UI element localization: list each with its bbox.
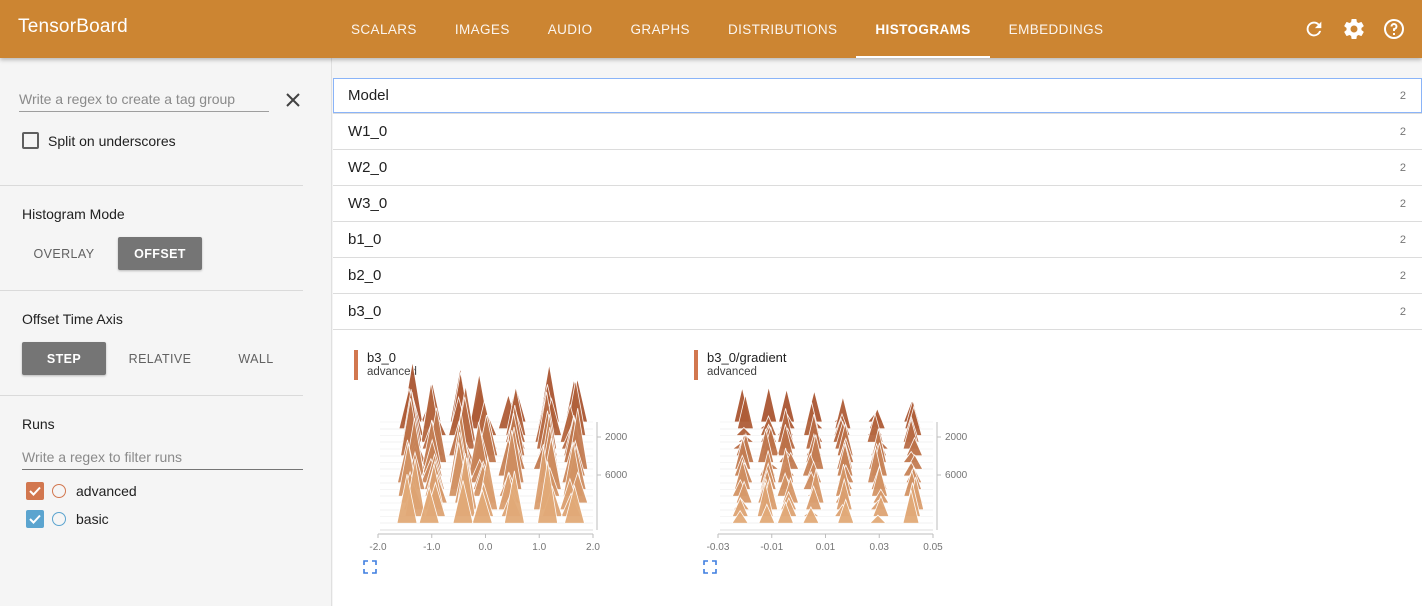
run-item-basic[interactable]: basic: [26, 510, 109, 528]
histogram-card-b3: b3_0 advanced 2000 6000 -2.0 -1.0 0.0 1.0 2.0: [333, 330, 653, 606]
split-underscores-label: Split on underscores: [48, 132, 176, 149]
tag-count: 2: [1399, 233, 1406, 246]
x-tick-label: 0.05: [923, 542, 943, 553]
refresh-icon[interactable]: [1300, 15, 1328, 43]
y-tick-label: 6000: [945, 470, 968, 481]
x-tick-label: 0.0: [479, 542, 493, 553]
sidebar-divider: [0, 395, 303, 396]
tab-scalars[interactable]: SCALARS: [332, 0, 436, 58]
histogram-cards-area: b3_0 advanced 2000 6000 -2.0 -1.0 0.0 1.0 2.0 …: [333, 330, 1422, 606]
tag-row-w1[interactable]: W1_0 2: [333, 114, 1422, 150]
main-content: Model 2 W1_0 2 W2_0 2 W3_0 2 b1_0 2 b2_0…: [333, 58, 1422, 606]
split-underscores-checkbox[interactable]: [22, 132, 39, 149]
y-tick-label: 2000: [605, 432, 628, 443]
x-tick-label: -1.0: [423, 542, 441, 553]
tab-distributions[interactable]: DISTRIBUTIONS: [709, 0, 856, 58]
runs-filter-wrapper: [22, 446, 303, 470]
app-title: TensorBoard: [18, 16, 128, 37]
y-tick-label: 2000: [945, 432, 968, 443]
help-icon[interactable]: [1380, 15, 1408, 43]
runs-filter-input[interactable]: [22, 446, 303, 468]
run-checkbox-advanced[interactable]: [26, 482, 44, 500]
tab-audio[interactable]: AUDIO: [529, 0, 612, 58]
x-tick-label: 0.03: [870, 542, 890, 553]
tag-row-w2[interactable]: W2_0 2: [333, 150, 1422, 186]
tab-images[interactable]: IMAGES: [436, 0, 529, 58]
tag-count: 2: [1399, 125, 1406, 138]
histogram-card-b3-gradient: b3_0/gradient advanced 2000 6000 -0.03 -0.0…: [673, 330, 993, 606]
sidebar-divider: [0, 290, 303, 291]
offset-time-axis-title: Offset Time Axis: [22, 311, 123, 327]
x-tick-label: -0.01: [760, 542, 783, 553]
expand-icon[interactable]: [363, 560, 377, 574]
close-icon[interactable]: [283, 90, 303, 110]
sidebar-divider: [0, 185, 303, 186]
tab-graphs[interactable]: GRAPHS: [612, 0, 709, 58]
tag-count: 2: [1399, 305, 1406, 318]
tag-count: 2: [1399, 161, 1406, 174]
tag-name: W1_0: [348, 123, 388, 140]
histogram-ridge: [718, 394, 933, 430]
tag-count: 2: [1399, 269, 1406, 282]
x-tick-label: 2.0: [586, 542, 600, 553]
x-tick-label: 1.0: [532, 542, 546, 553]
histogram-chart[interactable]: 2000 6000 -2.0 -1.0 0.0 1.0 2.0: [333, 330, 653, 606]
tag-name: b3_0: [348, 303, 382, 320]
tag-row-b1[interactable]: b1_0 2: [333, 222, 1422, 258]
run-color-dot-basic[interactable]: [52, 512, 66, 526]
checkmark-icon: [29, 514, 41, 524]
tag-name: W2_0: [348, 159, 388, 176]
tag-group-input-wrapper: [19, 88, 269, 112]
x-tick-label: 0.01: [816, 542, 836, 553]
tag-row-model[interactable]: Model 2: [333, 78, 1422, 114]
run-label: advanced: [76, 483, 137, 499]
offset-button[interactable]: OFFSET: [118, 237, 202, 270]
histogram-ridge: [718, 469, 933, 504]
tag-list: Model 2 W1_0 2 W2_0 2 W3_0 2 b1_0 2 b2_0…: [333, 78, 1422, 330]
wall-button[interactable]: WALL: [214, 342, 298, 375]
relative-button[interactable]: RELATIVE: [116, 342, 204, 375]
runs-title: Runs: [22, 416, 55, 432]
settings-icon[interactable]: [1340, 15, 1368, 43]
tag-name: W3_0: [348, 195, 388, 212]
toolbar-icons: [1300, 15, 1408, 43]
tag-count: 2: [1399, 197, 1406, 210]
tag-row-w3[interactable]: W3_0 2: [333, 186, 1422, 222]
histogram-ridge: [718, 489, 933, 524]
histogram-mode-title: Histogram Mode: [22, 206, 125, 222]
step-button[interactable]: STEP: [22, 342, 106, 375]
tag-row-b2[interactable]: b2_0 2: [333, 258, 1422, 294]
tag-group-input[interactable]: [19, 88, 269, 110]
tag-name: b2_0: [348, 267, 382, 284]
tab-histograms[interactable]: HISTOGRAMS: [856, 0, 990, 58]
x-tick-label: -2.0: [369, 542, 387, 553]
sidebar: Split on underscores Histogram Mode OVER…: [0, 58, 332, 606]
tab-embeddings[interactable]: EMBEDDINGS: [990, 0, 1123, 58]
checkmark-icon: [29, 486, 41, 496]
histogram-chart[interactable]: 2000 6000 -0.03 -0.01 0.01 0.03 0.05: [673, 330, 993, 606]
run-checkbox-basic[interactable]: [26, 510, 44, 528]
nav-tabs: SCALARS IMAGES AUDIO GRAPHS DISTRIBUTION…: [332, 0, 1122, 58]
tag-name: Model: [348, 87, 389, 104]
run-color-dot-advanced[interactable]: [52, 484, 66, 498]
expand-icon[interactable]: [703, 560, 717, 574]
split-underscores-row[interactable]: Split on underscores: [22, 132, 176, 149]
top-app-bar: TensorBoard SCALARS IMAGES AUDIO GRAPHS …: [0, 0, 1422, 58]
run-item-advanced[interactable]: advanced: [26, 482, 137, 500]
run-label: basic: [76, 511, 109, 527]
overlay-button[interactable]: OVERLAY: [22, 237, 106, 270]
tag-count: 2: [1399, 89, 1406, 102]
tag-row-b3[interactable]: b3_0 2: [333, 294, 1422, 330]
tag-name: b1_0: [348, 231, 382, 248]
y-tick-label: 6000: [605, 470, 628, 481]
x-tick-label: -0.03: [707, 542, 730, 553]
